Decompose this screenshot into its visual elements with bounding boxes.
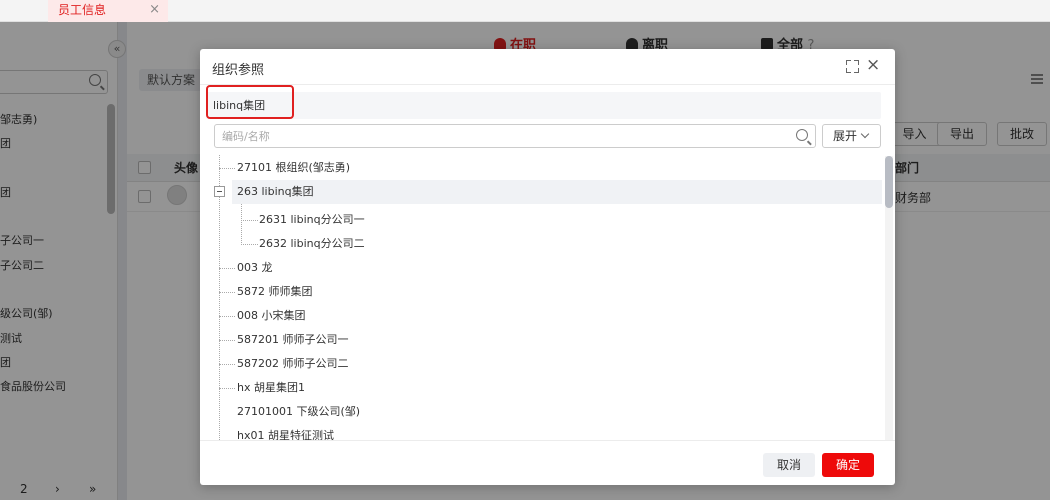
highlight-box: [206, 85, 294, 119]
dialog-footer: 取消 确定: [200, 440, 895, 485]
tree-node[interactable]: 2631 libinq分公司一: [214, 208, 882, 232]
cancel-button[interactable]: 取消: [763, 453, 815, 477]
tree-node-selected[interactable]: 263 libinq集团: [232, 180, 882, 204]
org-reference-dialog: 组织参照 × libinq集团 展开 27101 根组织(邹志勇) 26: [200, 49, 895, 485]
org-search-input[interactable]: [215, 125, 785, 147]
selected-items-bar: libinq集团: [206, 92, 881, 119]
dialog-header: 组织参照 ×: [200, 49, 895, 85]
dialog-title: 组织参照: [212, 63, 265, 78]
collapse-node-icon[interactable]: [214, 186, 225, 197]
tab-label: 员工信息: [58, 3, 107, 17]
tree-node[interactable]: 008 小宋集团: [214, 304, 882, 328]
expand-label: 展开: [833, 129, 858, 143]
tree-node[interactable]: 587202 师师子公司二: [214, 352, 882, 376]
confirm-button[interactable]: 确定: [822, 453, 874, 477]
expand-dropdown[interactable]: 展开: [822, 124, 881, 148]
search-icon[interactable]: [796, 129, 808, 141]
tab-strip: 员工信息 ×: [0, 0, 1050, 22]
close-tab-icon[interactable]: ×: [149, 0, 160, 20]
tree-scrollbar[interactable]: [885, 156, 893, 440]
close-icon[interactable]: ×: [866, 57, 880, 74]
org-tree: 27101 根组织(邹志勇) 263 libinq集团 2631 libinq分…: [214, 155, 884, 440]
tree-node[interactable]: 587201 师师子公司一: [214, 328, 882, 352]
tab-employee-info[interactable]: 员工信息 ×: [48, 0, 168, 22]
chevron-down-icon: [860, 129, 870, 139]
tree-node[interactable]: 27101001 下级公司(邹): [214, 400, 882, 424]
tree-node[interactable]: 003 龙: [214, 256, 882, 280]
tree-node[interactable]: 27101 根组织(邹志勇): [214, 156, 882, 180]
fullscreen-icon[interactable]: [846, 60, 859, 73]
tree-node[interactable]: hx01 胡星特征测试: [214, 424, 882, 440]
tree-node[interactable]: hx 胡星集团1: [214, 376, 882, 400]
tree-node[interactable]: 5872 师师集团: [214, 280, 882, 304]
tree-node[interactable]: 2632 libinq分公司二: [214, 232, 882, 256]
scrollbar-thumb[interactable]: [885, 156, 893, 208]
org-search: [214, 124, 816, 148]
